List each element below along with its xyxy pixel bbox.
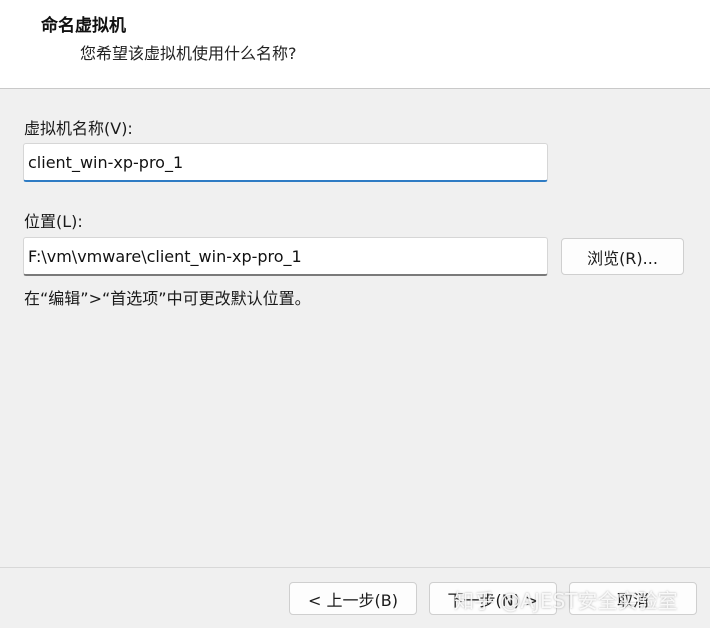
location-label: 位置(L): [24, 212, 83, 231]
vm-name-input[interactable] [23, 143, 548, 182]
wizard-subtitle: 您希望该虚拟机使用什么名称? [80, 44, 297, 63]
vm-name-label: 虚拟机名称(V): [24, 119, 133, 138]
wizard-header: 命名虚拟机 您希望该虚拟机使用什么名称? [0, 0, 710, 89]
cancel-button[interactable]: 取消 [569, 582, 697, 615]
browse-button[interactable]: 浏览(R)... [561, 238, 684, 275]
next-button[interactable]: 下一步(N) > [429, 582, 557, 615]
default-location-hint: 在“编辑”>“首选项”中可更改默认位置。 [24, 289, 311, 308]
back-button[interactable]: < 上一步(B) [289, 582, 417, 615]
location-input[interactable] [23, 237, 548, 276]
wizard-title: 命名虚拟机 [41, 16, 126, 36]
